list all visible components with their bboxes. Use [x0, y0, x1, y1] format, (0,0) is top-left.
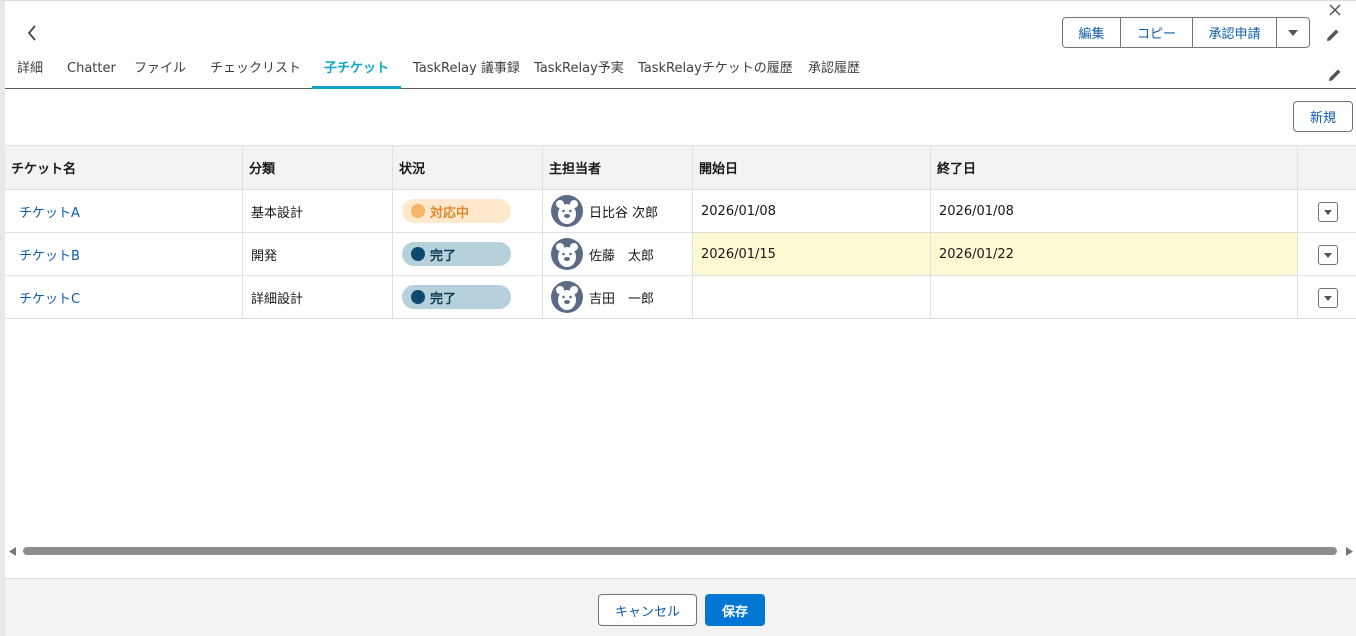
end-date-cell[interactable]	[931, 276, 1298, 318]
close-icon[interactable]	[1326, 1, 1344, 19]
table-header-row: チケット名 分類 状況 主担当者 開始日 終了日	[5, 145, 1356, 190]
status-dot-icon	[411, 247, 425, 261]
status-dot-icon	[411, 290, 425, 304]
ticket-name-link[interactable]: チケットA	[13, 202, 80, 221]
column-header-owner[interactable]: 主担当者	[543, 146, 693, 189]
tab-bar: 詳細 Chatter ファイル チェックリスト 子チケット TaskRelay …	[5, 52, 1356, 89]
status-badge[interactable]: 完了	[402, 242, 511, 266]
column-header-ticket-name[interactable]: チケット名	[5, 146, 243, 189]
bear-avatar-icon	[551, 195, 583, 227]
start-date-cell[interactable]	[693, 276, 931, 318]
tab-checklist[interactable]: チェックリスト	[210, 52, 301, 88]
column-header-category[interactable]: 分類	[243, 146, 393, 189]
edit-button[interactable]: 編集	[1063, 18, 1121, 47]
column-header-status[interactable]: 状況	[393, 146, 543, 189]
new-button[interactable]: 新規	[1293, 101, 1353, 132]
status-dot-icon	[411, 204, 425, 218]
ticket-name-link[interactable]: チケットC	[13, 288, 80, 307]
scrollbar-thumb[interactable]	[23, 547, 1337, 555]
status-badge[interactable]: 対応中	[402, 199, 511, 223]
header-action-group: 編集 コピー 承認申請	[1062, 17, 1310, 48]
chevron-down-icon	[1324, 295, 1332, 301]
category-cell[interactable]: 基本設計	[243, 190, 393, 232]
tab-chatter[interactable]: Chatter	[67, 52, 116, 88]
bear-avatar-icon	[551, 238, 583, 270]
chevron-down-icon	[1324, 209, 1332, 215]
end-date-cell[interactable]: 2026/01/22	[931, 233, 1298, 275]
tab-plan-actual[interactable]: TaskRelay予実	[534, 52, 624, 88]
column-header-end-date[interactable]: 終了日	[931, 146, 1298, 189]
cancel-button[interactable]: キャンセル	[598, 594, 697, 626]
more-actions-button[interactable]	[1277, 18, 1309, 47]
category-cell[interactable]: 詳細設計	[243, 276, 393, 318]
dropdown-caret-icon	[1288, 29, 1298, 36]
horizontal-scrollbar[interactable]	[5, 543, 1356, 559]
start-date-cell[interactable]: 2026/01/08	[693, 190, 931, 232]
row-action-menu-button[interactable]	[1318, 245, 1338, 265]
tab-meeting-minutes[interactable]: TaskRelay 議事録	[413, 52, 520, 88]
top-edge-line	[0, 0, 1356, 1]
scroll-left-arrow-icon[interactable]	[7, 546, 17, 556]
end-date-cell[interactable]: 2026/01/08	[931, 190, 1298, 232]
status-badge[interactable]: 完了	[402, 285, 511, 309]
row-action-menu-button[interactable]	[1318, 202, 1338, 222]
row-action-menu-button[interactable]	[1318, 288, 1338, 308]
scroll-right-arrow-icon[interactable]	[1344, 546, 1354, 556]
tab-files[interactable]: ファイル	[134, 52, 186, 88]
tab-approval-history[interactable]: 承認履歴	[808, 52, 860, 88]
category-cell[interactable]: 開発	[243, 233, 393, 275]
owner-name: 吉田 一郎	[589, 291, 655, 307]
approval-request-button[interactable]: 承認申請	[1193, 18, 1277, 47]
owner-name: 日比谷 次郎	[589, 205, 659, 221]
column-header-start-date[interactable]: 開始日	[693, 146, 931, 189]
tab-details[interactable]: 詳細	[17, 52, 43, 88]
footer-bar: キャンセル 保存	[5, 578, 1356, 636]
ticket-name-link[interactable]: チケットB	[13, 245, 80, 264]
table-row: チケットB 開発 完了 佐藤 太郎 2026/01/15 2026/01/22	[5, 233, 1356, 276]
owner-name: 佐藤 太郎	[589, 248, 655, 264]
column-header-actions	[1298, 146, 1356, 189]
copy-button[interactable]: コピー	[1121, 18, 1193, 47]
bear-avatar-icon	[551, 281, 583, 313]
save-button[interactable]: 保存	[705, 594, 765, 626]
chevron-down-icon	[1324, 252, 1332, 258]
start-date-cell[interactable]: 2026/01/15	[693, 233, 931, 275]
tab-ticket-history[interactable]: TaskRelayチケットの履歴	[638, 52, 793, 88]
pencil-icon[interactable]	[1325, 27, 1341, 43]
table-row: チケットA 基本設計 対応中 日比谷 次郎 2026/01/08 2026/01…	[5, 190, 1356, 233]
table-row: チケットC 詳細設計 完了 吉田 一郎	[5, 276, 1356, 319]
back-chevron-icon[interactable]	[22, 22, 42, 44]
tab-child-tickets[interactable]: 子チケット	[312, 52, 401, 89]
